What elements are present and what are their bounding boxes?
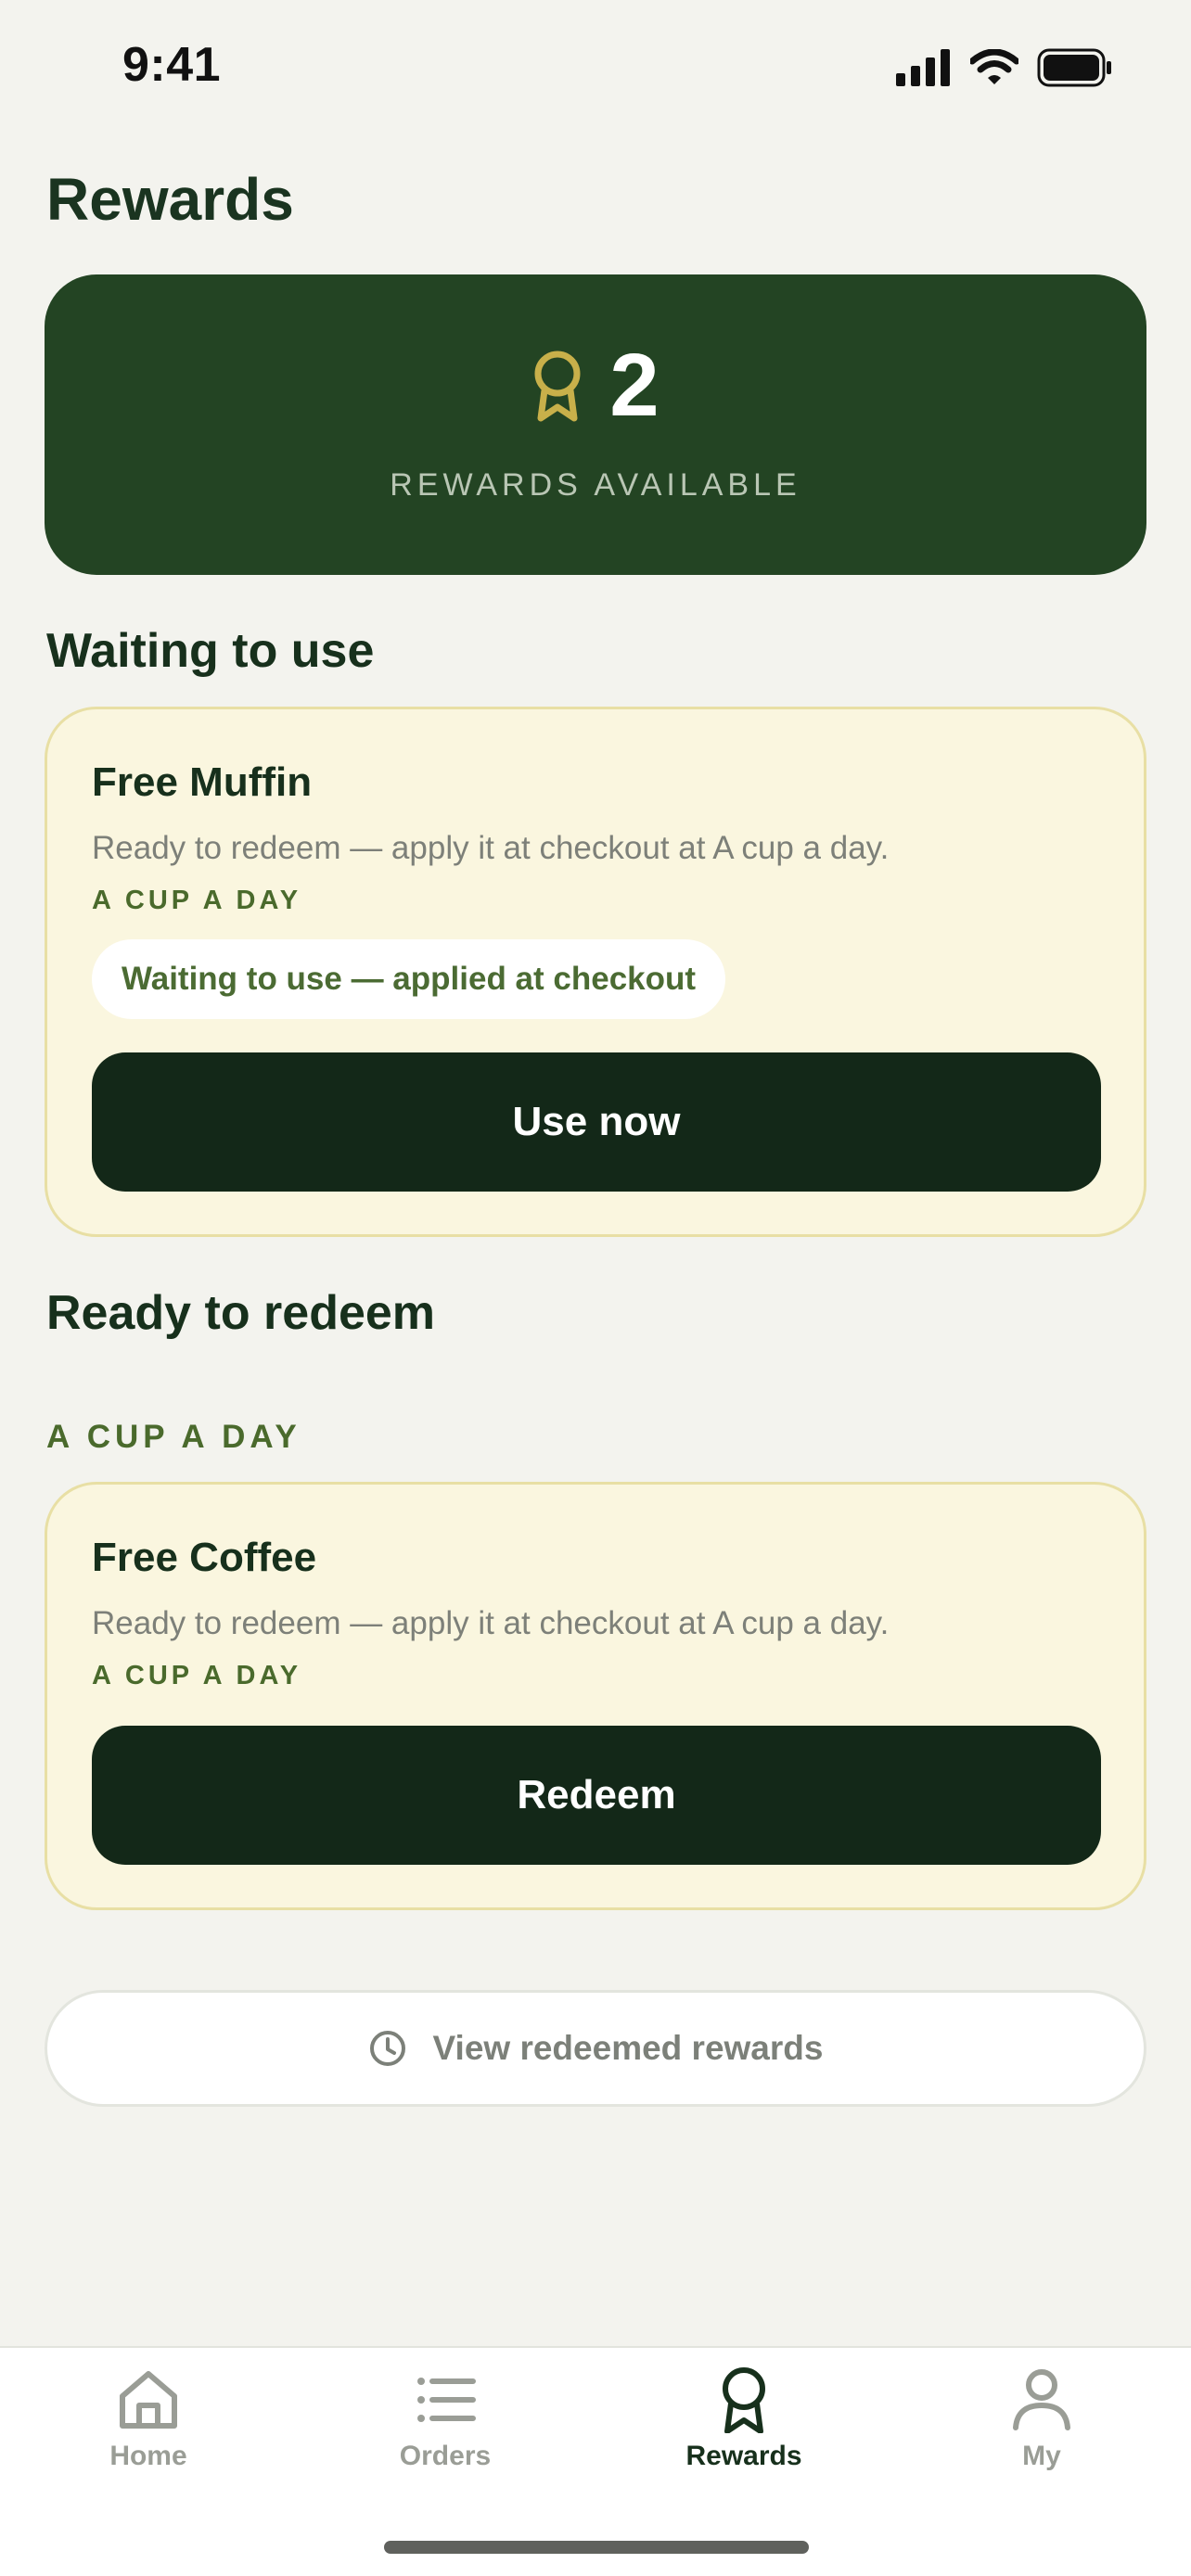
status-icons [896, 45, 1113, 91]
tab-orders[interactable]: Orders [352, 2366, 538, 2506]
page-title: Rewards [46, 166, 294, 233]
clock-icon [369, 2031, 405, 2066]
tab-rewards[interactable]: Rewards [651, 2366, 837, 2506]
tab-label: Home [109, 2441, 187, 2471]
tab-label: Rewards [685, 2441, 802, 2471]
redeem-button[interactable]: Redeem [92, 1726, 1101, 1865]
award-icon [534, 351, 581, 422]
tab-my[interactable]: My [949, 2366, 1134, 2506]
section-title-waiting: Waiting to use [46, 624, 375, 678]
award-icon [723, 2367, 765, 2433]
status-time: 9:41 [122, 38, 222, 92]
wifi-icon [970, 49, 1018, 84]
tab-home[interactable]: Home [56, 2366, 241, 2506]
rewards-available-label: REWARDS AVAILABLE [390, 467, 801, 503]
person-icon [1013, 2369, 1070, 2430]
merchant-group-label: A CUP A DAY [46, 1419, 301, 1455]
view-redeemed-rewards-button[interactable]: View redeemed rewards [45, 1990, 1146, 2107]
reward-title: Free Coffee [92, 1535, 317, 1580]
reward-card-free-muffin: Free Muffin Ready to redeem — apply it a… [45, 707, 1146, 1237]
rewards-count: 2 [609, 336, 660, 435]
signal-icon [896, 49, 950, 86]
use-now-button[interactable]: Use now [92, 1052, 1101, 1192]
tab-label: My [1022, 2441, 1061, 2471]
battery-icon [1037, 48, 1111, 87]
reward-title: Free Muffin [92, 759, 313, 805]
view-redeemed-rewards-label: View redeemed rewards [432, 2029, 824, 2067]
status-badge: Waiting to use — applied at checkout [92, 939, 726, 1019]
reward-description: Ready to redeem — apply it at checkout a… [92, 830, 890, 866]
reward-description: Ready to redeem — apply it at checkout a… [92, 1605, 890, 1641]
section-title-ready: Ready to redeem [46, 1286, 436, 1340]
home-indicator[interactable] [384, 2541, 809, 2554]
list-icon [417, 2378, 476, 2422]
reward-card-free-coffee: Free Coffee Ready to redeem — apply it a… [45, 1482, 1146, 1910]
home-icon [120, 2371, 177, 2429]
reward-merchant: A CUP A DAY [92, 1661, 302, 1690]
rewards-summary-card: 2 REWARDS AVAILABLE [45, 274, 1146, 575]
tab-label: Orders [399, 2441, 492, 2471]
reward-merchant: A CUP A DAY [92, 886, 302, 915]
